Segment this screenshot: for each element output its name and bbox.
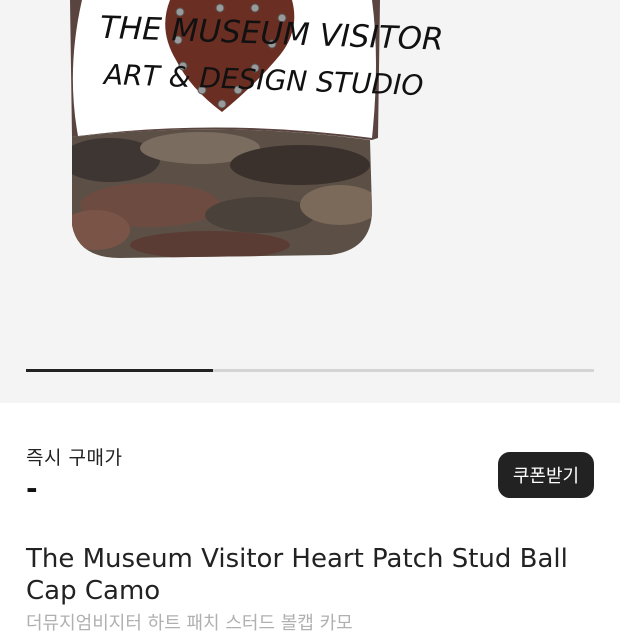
product-image[interactable]: THE MUSEUM VISITOR ART & DESIGN STUDIO	[0, 0, 620, 403]
product-image-gallery[interactable]: THE MUSEUM VISITOR ART & DESIGN STUDIO	[0, 0, 620, 403]
get-coupon-button[interactable]: 쿠폰받기	[498, 452, 594, 498]
product-title: The Museum Visitor Heart Patch Stud Ball…	[26, 544, 568, 606]
buy-now-price-value: -	[26, 472, 38, 505]
gallery-progress-track	[26, 369, 594, 372]
product-subtitle-korean: 더뮤지엄비지터 하트 패치 스터드 볼캡 카모	[26, 613, 353, 634]
gallery-progress-fill	[26, 369, 214, 372]
buy-now-price-label: 즉시 구매가	[26, 447, 123, 469]
